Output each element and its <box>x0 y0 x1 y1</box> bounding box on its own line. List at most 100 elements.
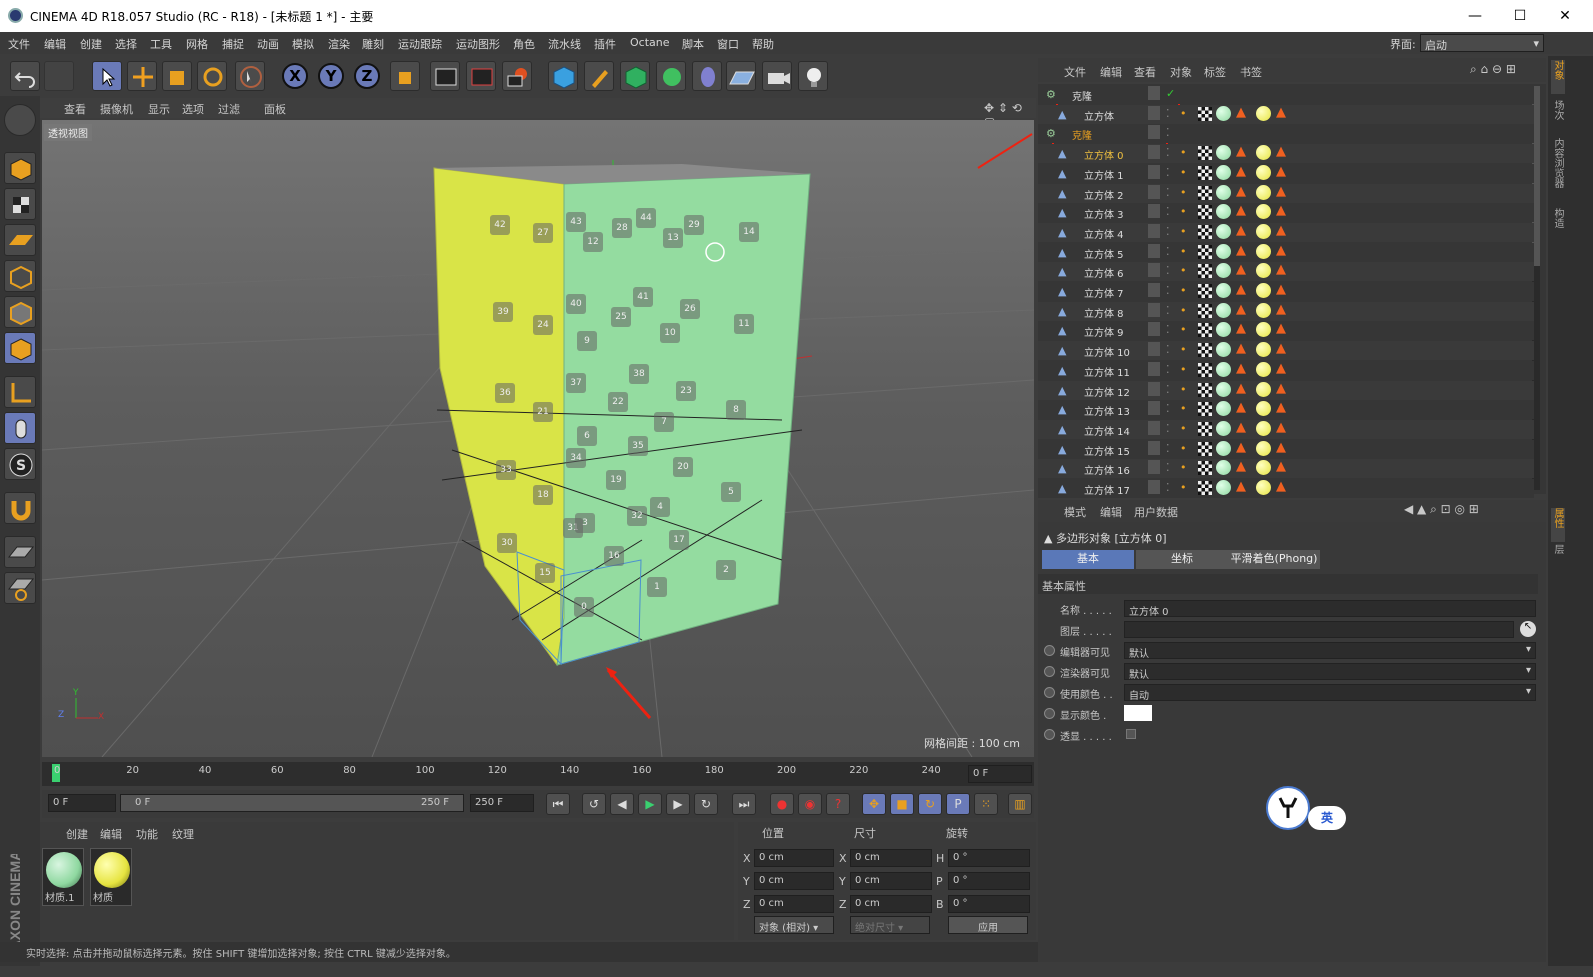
menu-6[interactable]: 捕捉 <box>222 36 244 52</box>
menu-3[interactable]: 选择 <box>115 36 137 52</box>
object-row[interactable]: ▲ 立方体 9 ⁚ • ▲ ▲ <box>1038 321 1534 341</box>
material-tag-icon[interactable] <box>1256 302 1271 318</box>
shape-tag-icon[interactable]: ▲ <box>1276 164 1286 179</box>
visibility-toggle[interactable] <box>1148 302 1160 317</box>
shape-tag-icon[interactable]: ▲ <box>1276 420 1286 435</box>
material-menu-2[interactable]: 功能 <box>136 826 158 842</box>
enable-check[interactable]: ⁚ <box>1166 107 1170 120</box>
attribute-menu-0[interactable]: 模式 <box>1064 504 1086 520</box>
y-axis-toggle[interactable]: Y <box>318 63 344 89</box>
material-tag-icon[interactable] <box>1256 263 1271 279</box>
object-row[interactable]: ▲ 立方体 15 ⁚ • ▲ ▲ <box>1038 439 1534 459</box>
size-field[interactable]: 0 cm <box>850 895 932 913</box>
axis-mode-button[interactable] <box>4 376 36 408</box>
shape-tag-icon[interactable]: ▲ <box>1276 203 1286 218</box>
object-row[interactable]: ▲ 立方体 5 ⁚ • ▲ ▲ <box>1038 242 1534 262</box>
attribute-animate-radio[interactable] <box>1044 666 1055 677</box>
menu-1[interactable]: 编辑 <box>44 36 66 52</box>
material-tag-icon[interactable] <box>1216 263 1231 279</box>
menu-14[interactable]: 流水线 <box>548 36 581 52</box>
material-tag-icon[interactable] <box>1256 283 1271 298</box>
key-rotation-button[interactable]: ↻ <box>918 793 942 815</box>
cube-primitive-button[interactable] <box>548 61 578 91</box>
object-menu-5[interactable]: 书签 <box>1240 64 1262 80</box>
enable-check[interactable]: ⁚ <box>1166 166 1170 179</box>
texture-tag-icon[interactable] <box>1198 343 1212 358</box>
shape-tag-icon[interactable]: ▲ <box>1276 459 1286 474</box>
apply-button[interactable]: 应用 <box>948 916 1028 934</box>
right-tab-3[interactable]: 构造 <box>1551 208 1565 244</box>
move-tool-button[interactable] <box>127 61 157 91</box>
phong-tag-icon[interactable]: • <box>1180 442 1187 455</box>
right-tab-0[interactable]: 对象 <box>1551 60 1565 94</box>
texture-mode-button[interactable] <box>4 188 36 220</box>
material-tag-icon[interactable] <box>1256 322 1271 338</box>
object-row[interactable]: ⚙ 克隆 ⁚ <box>1038 124 1534 144</box>
material-tag-icon[interactable] <box>1256 480 1271 495</box>
shape-tag-icon[interactable]: ▲ <box>1276 321 1286 336</box>
attribute-animate-radio[interactable] <box>1044 729 1055 740</box>
position-field[interactable]: 0 cm <box>754 872 834 890</box>
shape-tag-icon[interactable]: ▲ <box>1236 420 1246 435</box>
visibility-toggle[interactable] <box>1148 145 1160 160</box>
enable-check[interactable]: ⁚ <box>1166 383 1170 396</box>
rotation-field[interactable]: 0 ° <box>948 895 1030 913</box>
visibility-toggle[interactable] <box>1148 105 1160 120</box>
key-param-button[interactable]: P <box>946 793 970 815</box>
visibility-toggle[interactable] <box>1148 184 1160 199</box>
auto-key-button[interactable]: ◉ <box>798 793 822 815</box>
viewport-menu-0[interactable]: 查看 <box>64 101 86 117</box>
material-tag-icon[interactable] <box>1256 381 1271 397</box>
menu-10[interactable]: 雕刻 <box>362 36 384 52</box>
texture-tag-icon[interactable] <box>1198 264 1212 279</box>
texture-tag-icon[interactable] <box>1198 402 1212 417</box>
menu-0[interactable]: 文件 <box>8 36 30 52</box>
enable-check[interactable]: ⁚ <box>1166 422 1170 435</box>
attribute-field[interactable] <box>1124 621 1514 638</box>
rotate-tool-button[interactable] <box>197 61 227 91</box>
viewport-menu-3[interactable]: 选项 <box>182 101 204 117</box>
current-frame-field[interactable]: 0 F <box>968 765 1032 783</box>
material-tag-icon[interactable] <box>1256 164 1271 180</box>
menu-7[interactable]: 动画 <box>257 36 279 52</box>
material-tag-icon[interactable] <box>1256 204 1271 220</box>
shape-tag-icon[interactable]: ▲ <box>1276 479 1286 494</box>
visibility-toggle[interactable] <box>1148 361 1160 376</box>
object-row[interactable]: ▲ 立方体 11 ⁚ • ▲ ▲ <box>1038 360 1534 380</box>
enable-check[interactable]: ⁚ <box>1166 146 1170 159</box>
shape-tag-icon[interactable]: ▲ <box>1236 164 1246 179</box>
material-item[interactable]: 材质.1 <box>42 848 84 906</box>
object-row[interactable]: ▲ 立方体 1 ⁚ • ▲ ▲ <box>1038 163 1534 183</box>
shape-tag-icon[interactable]: ▲ <box>1276 282 1286 297</box>
phong-tag-icon[interactable]: • <box>1180 383 1187 396</box>
enable-check[interactable]: ⁚ <box>1166 205 1170 218</box>
render-settings-button[interactable] <box>502 61 532 91</box>
shape-tag-icon[interactable]: ▲ <box>1276 400 1286 415</box>
texture-tag-icon[interactable] <box>1198 146 1212 161</box>
visibility-toggle[interactable] <box>1148 420 1160 435</box>
right-tab-5[interactable]: 层 <box>1551 544 1565 566</box>
material-tag-icon[interactable] <box>1216 283 1231 298</box>
phong-tag-icon[interactable]: • <box>1180 402 1187 415</box>
shape-tag-icon[interactable]: ▲ <box>1236 302 1246 317</box>
object-row[interactable]: ▲ 立方体 0 ⁚ • ▲ ▲ <box>1038 144 1534 164</box>
object-row[interactable]: ▲ 立方体 16 ⁚ • ▲ ▲ <box>1038 459 1534 479</box>
texture-tag-icon[interactable] <box>1198 284 1212 298</box>
render-view-button[interactable] <box>430 61 460 91</box>
material-menu-1[interactable]: 编辑 <box>100 826 122 842</box>
material-menu-0[interactable]: 创建 <box>66 826 88 842</box>
viewport[interactable]: 42 27 43 12 28 44 13 29 14 39 24 40 25 41 9 10 26 11 36 21 3… <box>42 120 1034 757</box>
shape-tag-icon[interactable]: ▲ <box>1236 184 1246 199</box>
visibility-toggle[interactable] <box>1148 86 1160 100</box>
shape-tag-icon[interactable]: ▲ <box>1276 105 1286 120</box>
material-tag-icon[interactable] <box>1256 460 1271 476</box>
object-row[interactable]: ▲ 立方体 7 ⁚ • ▲ ▲ <box>1038 282 1534 301</box>
texture-tag-icon[interactable] <box>1198 185 1212 200</box>
attribute-animate-radio[interactable] <box>1044 708 1055 719</box>
attribute-nav-icons[interactable]: ◀ ▲ ⌕ ⊡ ◎ ⊞ <box>1404 502 1479 517</box>
phong-tag-icon[interactable]: • <box>1180 481 1187 494</box>
position-field[interactable]: 0 cm <box>754 895 834 913</box>
right-tab-4[interactable]: 属性 <box>1551 508 1565 542</box>
play-button[interactable]: ▶ <box>638 793 662 815</box>
ime-indicator[interactable]: 英 <box>1308 806 1346 830</box>
